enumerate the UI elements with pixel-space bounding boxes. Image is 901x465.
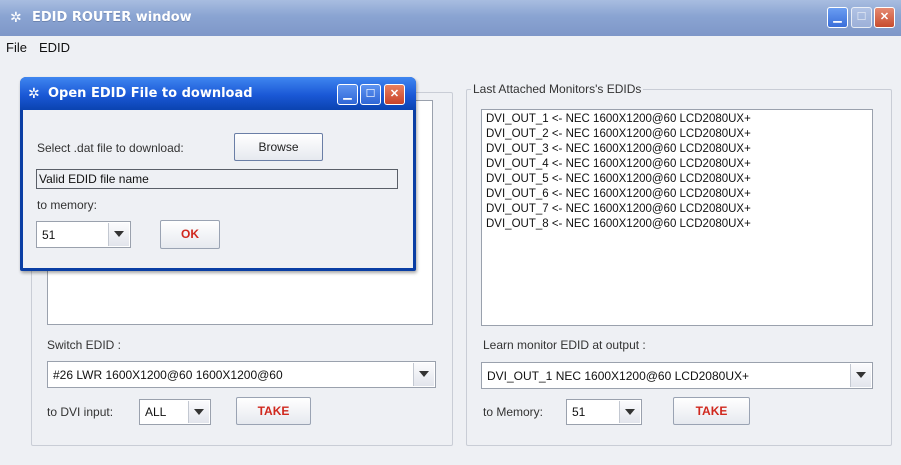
list-item[interactable]: DVI_OUT_7 <- NEC 1600X1200@60 LCD2080UX+: [482, 202, 872, 217]
ok-button[interactable]: OK: [160, 220, 220, 249]
select-file-label: Select .dat file to download:: [37, 141, 184, 155]
switch-edid-value: #26 LWR 1600X1200@60 1600X1200@60: [53, 368, 283, 382]
to-memory-label: to memory:: [37, 198, 98, 212]
monitors-legend: Last Attached Monitors's EDIDs: [471, 82, 644, 96]
chevron-down-icon[interactable]: [850, 364, 871, 387]
learn-monitor-value: DVI_OUT_1 NEC 1600X1200@60 LCD2080UX+: [487, 369, 749, 383]
dialog-maximize-button[interactable]: ☐: [360, 84, 381, 105]
memory-label: to Memory:: [483, 405, 544, 419]
list-item[interactable]: DVI_OUT_4 <- NEC 1600X1200@60 LCD2080UX+: [482, 157, 872, 172]
menu-edid[interactable]: EDID: [39, 40, 70, 55]
dialog-title: Open EDID File to download: [48, 86, 253, 101]
menu-file[interactable]: File: [6, 40, 27, 55]
open-edid-dialog: ✲ Open EDID File to download ▁ ☐ ✕ Selec…: [20, 77, 416, 271]
menu-bar: File EDID: [0, 36, 901, 58]
chevron-down-icon[interactable]: [619, 401, 640, 423]
dialog-minimize-button[interactable]: ▁: [337, 84, 358, 105]
close-button[interactable]: ✕: [874, 7, 895, 28]
filename-value: Valid EDID file name: [39, 172, 149, 186]
switch-edid-select[interactable]: #26 LWR 1600X1200@60 1600X1200@60: [47, 361, 436, 388]
list-item[interactable]: DVI_OUT_8 <- NEC 1600X1200@60 LCD2080UX+: [482, 217, 872, 232]
chevron-down-icon[interactable]: [188, 401, 209, 423]
monitors-list[interactable]: DVI_OUT_1 <- NEC 1600X1200@60 LCD2080UX+…: [481, 109, 873, 326]
dvi-input-select[interactable]: ALL: [139, 399, 211, 425]
app-icon: ✲: [10, 9, 22, 25]
list-item[interactable]: DVI_OUT_1 <- NEC 1600X1200@60 LCD2080UX+: [482, 112, 872, 127]
chevron-down-icon[interactable]: [108, 223, 129, 246]
switch-edid-label: Switch EDID :: [47, 338, 122, 352]
memory-select[interactable]: 51: [566, 399, 642, 425]
dialog-title-bar[interactable]: ✲ Open EDID File to download ▁ ☐ ✕: [20, 77, 416, 110]
edid-router-window: ✲ EDID ROUTER window ▁ ☐ ✕ File EDID Swi…: [0, 0, 901, 465]
window-title-bar[interactable]: ✲ EDID ROUTER window ▁ ☐ ✕: [0, 0, 901, 36]
dialog-memory-value: 51: [42, 228, 56, 242]
memory-value: 51: [572, 405, 586, 419]
dvi-input-label: to DVI input:: [47, 405, 114, 419]
take-button-left[interactable]: TAKE: [236, 397, 311, 425]
minimize-button[interactable]: ▁: [827, 7, 848, 28]
list-item[interactable]: DVI_OUT_5 <- NEC 1600X1200@60 LCD2080UX+: [482, 172, 872, 187]
dialog-memory-select[interactable]: 51: [36, 221, 131, 248]
list-item[interactable]: DVI_OUT_2 <- NEC 1600X1200@60 LCD2080UX+: [482, 127, 872, 142]
browse-button[interactable]: Browse: [234, 133, 323, 161]
filename-field[interactable]: Valid EDID file name: [36, 169, 398, 189]
list-item[interactable]: DVI_OUT_3 <- NEC 1600X1200@60 LCD2080UX+: [482, 142, 872, 157]
maximize-button[interactable]: ☐: [851, 7, 872, 28]
chevron-down-icon[interactable]: [413, 363, 434, 386]
dialog-close-button[interactable]: ✕: [384, 84, 405, 105]
dialog-body: Select .dat file to download: Browse Val…: [23, 110, 413, 268]
take-button-right[interactable]: TAKE: [673, 397, 750, 425]
dvi-input-value: ALL: [145, 405, 167, 419]
learn-monitor-select[interactable]: DVI_OUT_1 NEC 1600X1200@60 LCD2080UX+: [481, 362, 873, 389]
app-icon: ✲: [28, 85, 40, 101]
learn-monitor-label: Learn monitor EDID at output :: [483, 338, 646, 352]
window-title: EDID ROUTER window: [32, 10, 192, 25]
list-item[interactable]: DVI_OUT_6 <- NEC 1600X1200@60 LCD2080UX+: [482, 187, 872, 202]
